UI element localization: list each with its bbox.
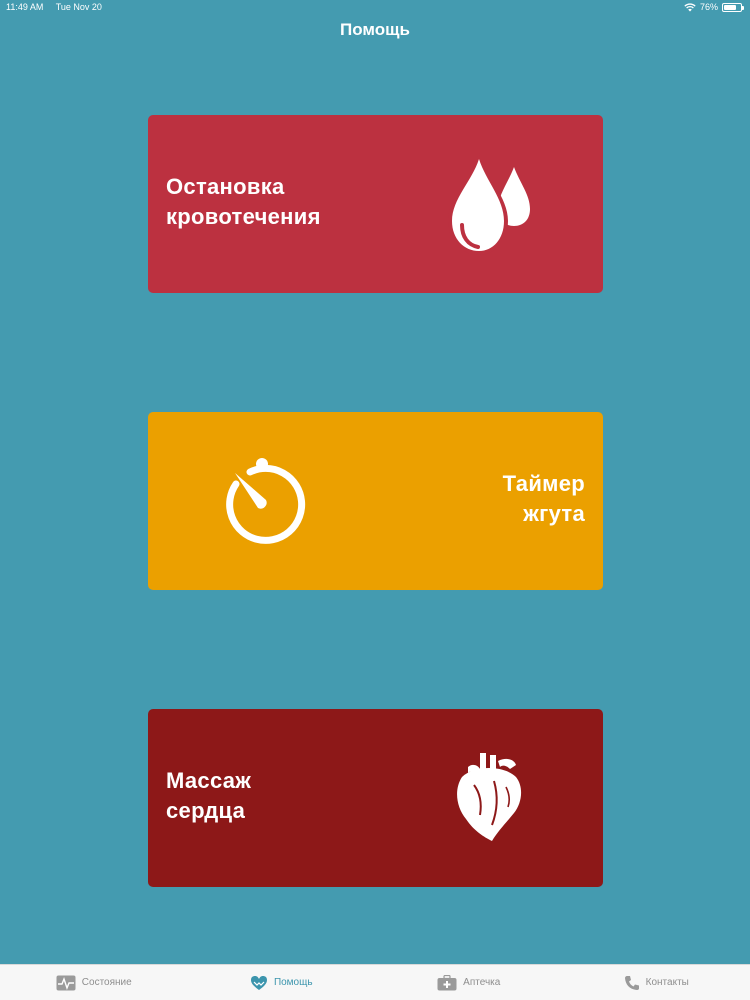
tab-bar: Состояние Помощь Аптечка Контакты xyxy=(0,964,750,1000)
heart-massage-label-line1: Массаж xyxy=(166,768,252,793)
stop-bleeding-label: Остановка кровотечения xyxy=(166,172,321,232)
stop-bleeding-label-line1: Остановка xyxy=(166,174,285,199)
blood-drops-icon xyxy=(448,153,530,255)
tab-help[interactable]: Помощь xyxy=(188,965,376,1000)
wifi-icon xyxy=(684,2,696,11)
tab-first-aid-kit[interactable]: Аптечка xyxy=(375,965,563,1000)
tab-status[interactable]: Состояние xyxy=(0,965,188,1000)
heart-massage-button[interactable]: Массаж сердца xyxy=(148,709,603,887)
page-title: Помощь xyxy=(340,20,410,39)
tab-status-label: Состояние xyxy=(81,977,132,988)
stop-bleeding-label-line2: кровотечения xyxy=(166,204,321,229)
heart-massage-label: Массаж сердца xyxy=(166,766,251,826)
battery-percent: 76% xyxy=(699,2,718,12)
status-bar: 11:49 AM Tue Nov 20 76% xyxy=(0,0,750,16)
tab-contacts[interactable]: Контакты xyxy=(563,965,750,1000)
tourniquet-timer-button[interactable]: Таймер жгута xyxy=(148,412,603,590)
stopwatch-icon xyxy=(226,458,306,544)
heart-massage-label-line2: сердца xyxy=(166,798,246,823)
stop-bleeding-button[interactable]: Остановка кровотечения xyxy=(148,115,603,293)
status-date: Tue Nov 20 xyxy=(55,2,102,12)
first-aid-kit-icon xyxy=(437,974,457,990)
tourniquet-timer-label: Таймер жгута xyxy=(503,469,585,529)
phone-icon xyxy=(624,975,639,990)
tourniquet-timer-label-line1: Таймер xyxy=(502,471,585,496)
heartbeat-monitor-icon xyxy=(56,975,76,990)
battery-fill xyxy=(724,4,737,10)
status-right: 76% xyxy=(684,2,744,12)
tourniquet-timer-label-line2: жгута xyxy=(523,501,585,526)
status-left: 11:49 AM Tue Nov 20 xyxy=(6,2,112,12)
tab-contacts-label: Контакты xyxy=(645,977,689,988)
tab-first-aid-kit-label: Аптечка xyxy=(463,977,501,988)
heart-hands-icon xyxy=(250,975,267,990)
battery-icon xyxy=(722,2,744,12)
heart-icon xyxy=(457,753,522,841)
tab-help-label: Помощь xyxy=(273,977,313,988)
status-time: 11:49 AM xyxy=(6,2,44,12)
